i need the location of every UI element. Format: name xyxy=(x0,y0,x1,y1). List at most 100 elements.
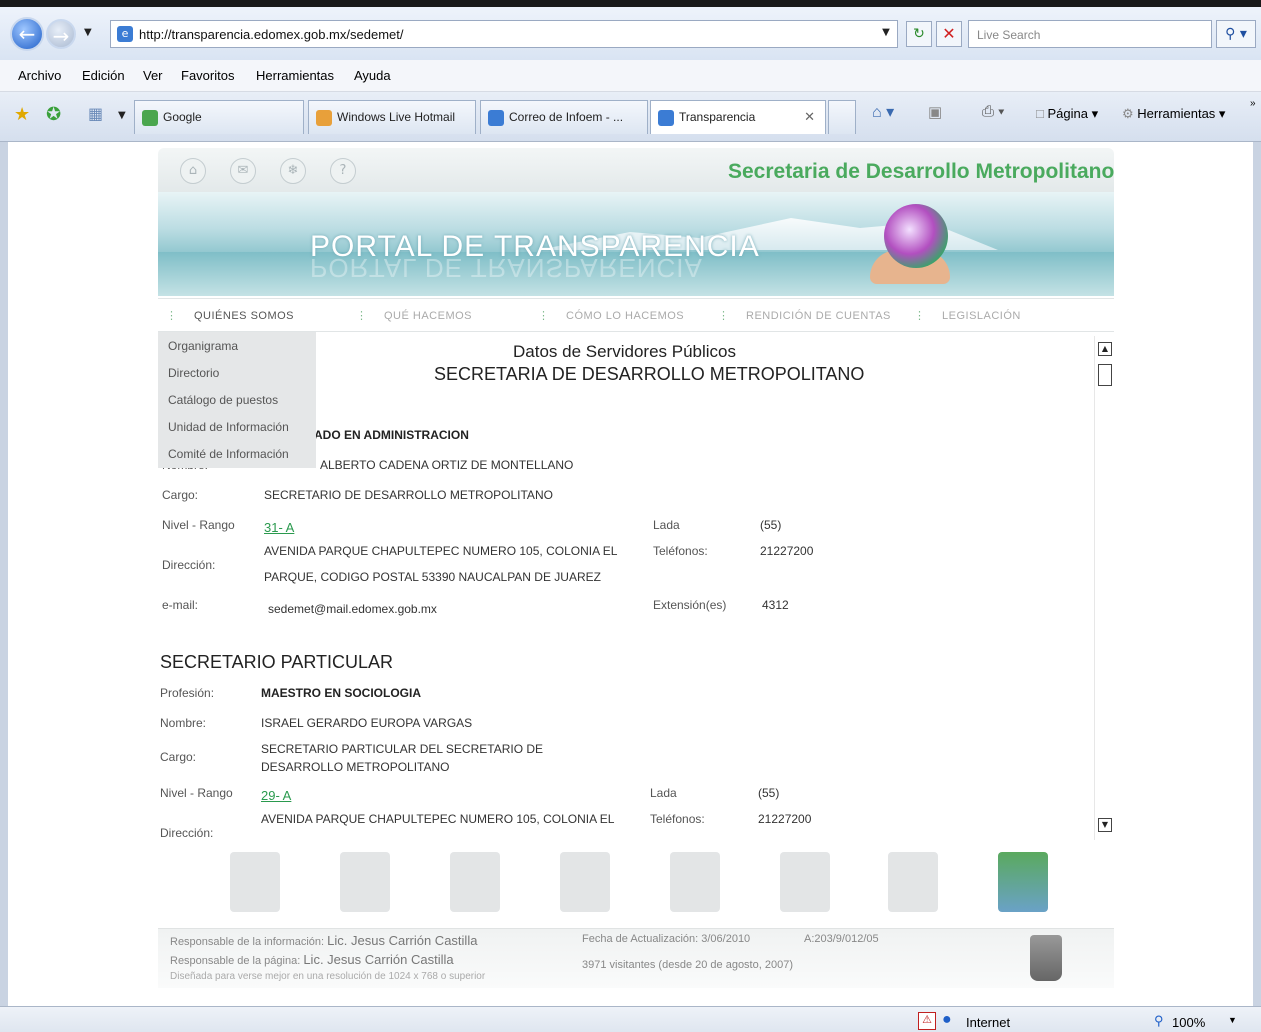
content-title: Datos de Servidores Públicos xyxy=(513,342,737,361)
telefonos-label: Teléfonos: xyxy=(653,544,708,558)
favorites-star-icon[interactable]: ★ xyxy=(14,104,30,125)
nav-legislacion[interactable]: LEGISLACIÓN xyxy=(942,310,1021,322)
address-bar: ← → ▼ e http://transparencia.edomex.gob.… xyxy=(0,7,1261,60)
window-right-border xyxy=(1253,142,1261,1006)
tab-correo-infoem[interactable]: Correo de Infoem - ... xyxy=(480,100,648,134)
protected-mode-icon[interactable]: ⚠ xyxy=(918,1012,936,1030)
quick-tabs-icon[interactable]: ▦ xyxy=(88,104,103,123)
nivel-label: Nivel - Rango xyxy=(162,518,235,532)
footer-design-note: Diseñada para verse mejor en una resoluc… xyxy=(170,971,486,982)
menu-herramientas[interactable]: Herramientas xyxy=(256,68,334,83)
zoom-dropdown-icon[interactable]: ▼ xyxy=(1228,1015,1237,1025)
scroll-down-icon[interactable]: ▼ xyxy=(1098,818,1112,832)
nav-quienes-somos[interactable]: QUIÉNES SOMOS xyxy=(194,310,294,322)
scroll-thumb[interactable] xyxy=(1098,364,1112,386)
scroll-up-icon[interactable]: ▲ xyxy=(1098,342,1112,356)
nav-bullet-icon: ⋮ xyxy=(356,309,367,322)
cargo-label: Cargo: xyxy=(162,488,199,502)
nombre-value: ISRAEL GERARDO EUROPA VARGAS xyxy=(261,716,473,730)
ie-favicon-icon xyxy=(658,110,674,126)
tab-transparencia[interactable]: Transparencia ✕ xyxy=(650,100,826,134)
menu-ayuda[interactable]: Ayuda xyxy=(354,68,391,83)
sitemap-icon[interactable]: ❄ xyxy=(280,158,306,184)
dropdown-unidad-de-informacion[interactable]: Unidad de Información xyxy=(168,420,289,434)
portal-banner: PORTAL DE TRANSPARENCIA PORTAL DE TRANSP… xyxy=(158,192,1114,296)
nombre-label: Nombre: xyxy=(160,716,207,730)
email-label: e-mail: xyxy=(162,598,199,612)
portal-title-reflection: PORTAL DE TRANSPARENCIA xyxy=(310,253,703,283)
home-icon[interactable]: ⌂ xyxy=(180,158,206,184)
print-icon[interactable]: ⎙ ▾ xyxy=(982,103,1004,120)
mail-icon[interactable]: ✉ xyxy=(230,158,256,184)
window-left-border xyxy=(0,142,8,1006)
footer-code: A:203/9/012/05 xyxy=(804,933,879,945)
search-input[interactable]: Live Search xyxy=(968,20,1212,48)
tools-menu-button[interactable]: ⚙ Herramientas ▾ xyxy=(1122,106,1225,122)
nivel-link[interactable]: 31- A xyxy=(264,520,294,535)
direccion-line-1: AVENIDA PARQUE CHAPULTEPEC NUMERO 105, C… xyxy=(261,812,615,826)
direccion-line-2: PARQUE, CODIGO POSTAL 53390 NAUCALPAN DE… xyxy=(264,570,601,584)
lada-label: Lada xyxy=(650,786,677,800)
close-tab-icon[interactable]: ✕ xyxy=(804,109,815,125)
stop-icon[interactable]: ✕ xyxy=(936,21,962,47)
url-text[interactable]: http://transparencia.edomex.gob.mx/sedem… xyxy=(139,27,403,42)
dropdown-organigrama[interactable]: Organigrama xyxy=(168,339,238,353)
menu-edicion[interactable]: Edición xyxy=(82,68,125,83)
section-icon-8[interactable] xyxy=(998,852,1048,912)
content-scrollbar[interactable]: ▲ ▼ xyxy=(1094,336,1114,840)
internet-globe-icon: ● xyxy=(942,1011,952,1028)
nav-como-lo-hacemos[interactable]: CÓMO LO HACEMOS xyxy=(566,310,684,322)
site-footer: Responsable de la información: Lic. Jesu… xyxy=(158,928,1114,988)
back-arrow-icon[interactable]: ← xyxy=(10,17,44,51)
gear-icon: ⚙ xyxy=(1122,106,1134,121)
forward-arrow-icon[interactable]: → xyxy=(46,19,76,49)
tab-label: Google xyxy=(163,110,202,124)
help-icon[interactable]: ? xyxy=(330,158,356,184)
chevron-more-icon[interactable]: » xyxy=(1250,98,1256,109)
history-dropdown-icon[interactable]: ▼ xyxy=(84,27,92,38)
menu-archivo[interactable]: Archivo xyxy=(18,68,61,83)
search-icon[interactable]: ⚲ ▾ xyxy=(1216,20,1256,48)
content-subtitle: SECRETARIA DE DESARROLLO METROPOLITANO xyxy=(434,364,865,384)
home-icon[interactable]: ⌂ ▾ xyxy=(872,102,894,122)
menu-ver[interactable]: Ver xyxy=(143,68,163,83)
tab-label: Windows Live Hotmail xyxy=(337,110,456,124)
security-zone-label: Internet xyxy=(966,1015,1011,1030)
tab-hotmail[interactable]: Windows Live Hotmail xyxy=(308,100,476,134)
nivel-link[interactable]: 29- A xyxy=(261,788,291,803)
section-icon-6[interactable] xyxy=(780,852,830,912)
section-icon-5[interactable] xyxy=(670,852,720,912)
add-favorites-icon[interactable]: ✪ xyxy=(46,104,61,125)
footer-visits: 3971 visitantes (desde 20 de agosto, 200… xyxy=(582,959,793,971)
footer-resp-page: Responsable de la página: Lic. Jesus Car… xyxy=(170,952,454,967)
section-icon-2[interactable] xyxy=(340,852,390,912)
profesion-value: ADO EN ADMINISTRACION xyxy=(314,428,469,442)
page-icon: □ xyxy=(1036,106,1044,121)
nav-bullet-icon: ⋮ xyxy=(538,309,549,322)
tab-bar: ★ ✪ ▦ ▼ Google Windows Live Hotmail Corr… xyxy=(0,92,1261,142)
lada-value: (55) xyxy=(758,786,780,800)
dropdown-comite-de-informacion[interactable]: Comité de Información xyxy=(168,447,289,461)
feeds-icon[interactable]: ▣ xyxy=(928,103,942,121)
url-input[interactable]: e http://transparencia.edomex.gob.mx/sed… xyxy=(110,20,898,48)
tab-google[interactable]: Google xyxy=(134,100,304,134)
tab-list-dropdown-icon[interactable]: ▼ xyxy=(118,110,126,121)
menu-favoritos[interactable]: Favoritos xyxy=(181,68,234,83)
url-dropdown-icon[interactable]: ▼ xyxy=(877,27,895,43)
page-menu-button[interactable]: □ Página ▾ xyxy=(1036,106,1098,122)
telefonos-value: 21227200 xyxy=(758,812,812,826)
refresh-icon[interactable]: ↻ xyxy=(906,21,932,47)
dropdown-catalogo-de-puestos[interactable]: Catálogo de puestos xyxy=(168,393,278,407)
nav-rendicion-de-cuentas[interactable]: RENDICIÓN DE CUENTAS xyxy=(746,310,891,322)
section-icon-7[interactable] xyxy=(888,852,938,912)
zoom-level[interactable]: 100% xyxy=(1172,1015,1205,1030)
dropdown-directorio[interactable]: Directorio xyxy=(168,366,219,380)
new-tab-button[interactable] xyxy=(828,100,856,134)
nav-que-hacemos[interactable]: QUÉ HACEMOS xyxy=(384,310,472,322)
section-icon-1[interactable] xyxy=(230,852,280,912)
trash-icon[interactable] xyxy=(1030,935,1062,981)
section-icon-3[interactable] xyxy=(450,852,500,912)
direccion-label: Dirección: xyxy=(162,558,216,572)
nav-bullet-icon: ⋮ xyxy=(166,309,177,322)
section-icon-4[interactable] xyxy=(560,852,610,912)
